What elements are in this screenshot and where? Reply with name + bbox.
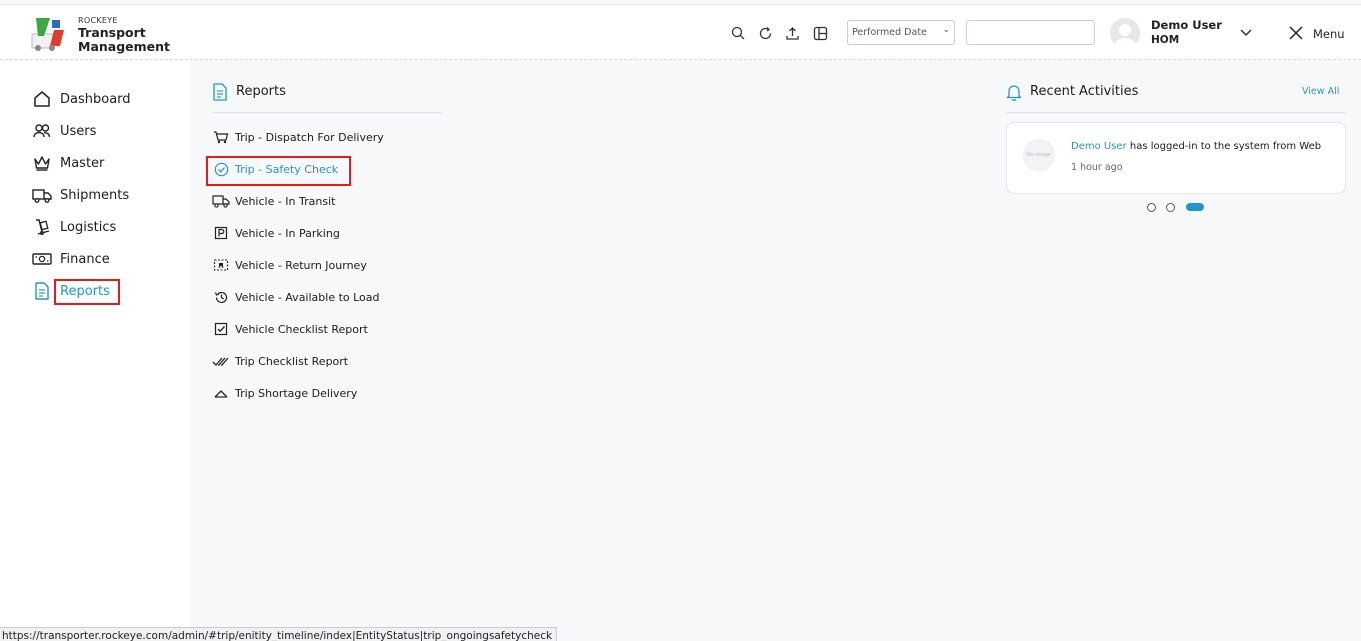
sidebar-item-dashboard[interactable]: Dashboard: [32, 88, 131, 110]
upload-icon[interactable]: [783, 24, 801, 42]
pager-dot-2[interactable]: [1166, 203, 1175, 212]
user-menu-chevron-icon[interactable]: [1238, 25, 1254, 41]
recent-activities-title: Recent Activities: [1030, 84, 1139, 99]
menu-button[interactable]: Menu: [1313, 27, 1345, 41]
recent-activities-divider: [1006, 112, 1346, 113]
sidebar-item-label: Master: [60, 155, 105, 171]
report-trip-checklist[interactable]: Trip Checklist Report: [212, 352, 348, 370]
report-item-label: Vehicle - In Parking: [235, 226, 340, 240]
activity-user-link[interactable]: Demo User: [1071, 141, 1127, 152]
reports-highlight-box: [54, 279, 120, 305]
no-image-placeholder: No image: [1023, 139, 1055, 171]
sidebar: Dashboard Users Master Shipments Logisti…: [0, 61, 190, 641]
report-vehicle-in-transit[interactable]: Vehicle - In Transit: [212, 192, 335, 210]
report-vehicle-return-journey[interactable]: Vehicle - Return Journey: [212, 256, 367, 274]
hand-truck-icon: [32, 217, 52, 237]
report-item-label: Vehicle Checklist Report: [235, 322, 368, 336]
view-all-link[interactable]: View All: [1302, 86, 1339, 97]
double-check-icon: [212, 352, 230, 370]
report-trip-dispatch[interactable]: Trip - Dispatch For Delivery: [212, 128, 384, 146]
refresh-icon[interactable]: [756, 24, 774, 42]
sidebar-item-label: Dashboard: [60, 91, 131, 107]
sidebar-item-label: Finance: [60, 251, 110, 267]
brand-title-line2: Management: [78, 39, 171, 54]
safety-check-highlight-box: [206, 156, 351, 186]
brand-small-text: ROCKEYE: [78, 16, 118, 25]
money-icon: [32, 249, 52, 269]
activity-message: has logged-in to the system from Web: [1126, 141, 1322, 152]
report-item-label: Vehicle - Return Journey: [235, 258, 367, 272]
reports-title: Reports: [236, 84, 286, 99]
report-vehicle-checklist[interactable]: Vehicle Checklist Report: [212, 320, 368, 338]
sidebar-item-master[interactable]: Master: [32, 152, 104, 174]
chevron-down-icon: ⌄: [942, 25, 950, 35]
report-item-label: Vehicle - In Transit: [235, 194, 336, 208]
close-icon[interactable]: [1287, 24, 1305, 42]
sidebar-item-label: Users: [60, 123, 97, 139]
pager-dot-1[interactable]: [1147, 203, 1156, 212]
sidebar-item-shipments[interactable]: Shipments: [32, 184, 129, 206]
triangle-icon: [212, 384, 230, 402]
brand-title: Transport Management: [78, 26, 170, 54]
report-item-label: Trip - Dispatch For Delivery: [235, 130, 384, 144]
search-icon[interactable]: [729, 24, 747, 42]
document-icon: [32, 281, 52, 301]
sidebar-item-label: Shipments: [60, 187, 130, 203]
top-header: ROCKEYE Transport Management Performed D…: [0, 4, 1361, 60]
sidebar-item-finance[interactable]: Finance: [32, 248, 110, 270]
bell-icon: [1006, 83, 1024, 102]
parking-icon: [212, 224, 230, 242]
activity-text: Demo User has logged-in to the system fr…: [1071, 141, 1321, 152]
logo-mark-icon: [31, 18, 64, 51]
avatar[interactable]: [1110, 18, 1140, 48]
pager-dot-3[interactable]: [1186, 203, 1204, 211]
report-item-label: Trip Shortage Delivery: [235, 386, 358, 400]
performed-date-select[interactable]: Performed Date ⌄: [847, 20, 955, 45]
date-filter-input[interactable]: [966, 20, 1095, 45]
checkbox-icon: [212, 320, 230, 338]
sidebar-item-label: Logistics: [60, 219, 117, 235]
report-vehicle-available-to-load[interactable]: Vehicle - Available to Load: [212, 288, 380, 306]
user-name[interactable]: Demo User: [1151, 18, 1222, 32]
home-icon: [32, 89, 52, 109]
user-role: HOM: [1151, 34, 1180, 46]
browser-status-url: https://transporter.rockeye.com/admin/#t…: [0, 627, 558, 641]
cart-icon: [212, 128, 230, 146]
truck-icon: [212, 192, 230, 210]
layout-icon[interactable]: [811, 24, 829, 42]
brand-title-line1: Transport: [78, 25, 146, 40]
activity-time: 1 hour ago: [1071, 162, 1123, 173]
activity-card[interactable]: No image Demo User has logged-in to the …: [1006, 122, 1346, 194]
performed-date-value: Performed Date: [852, 27, 927, 38]
report-trip-shortage-delivery[interactable]: Trip Shortage Delivery: [212, 384, 357, 402]
truck-icon: [32, 185, 52, 205]
brand-logo[interactable]: ROCKEYE Transport Management: [30, 15, 170, 55]
report-vehicle-in-parking[interactable]: Vehicle - In Parking: [212, 224, 340, 242]
report-item-label: Trip Checklist Report: [235, 354, 349, 368]
sidebar-item-users[interactable]: Users: [32, 120, 96, 142]
sidebar-item-logistics[interactable]: Logistics: [32, 216, 116, 238]
return-icon: [212, 256, 230, 274]
users-icon: [32, 121, 52, 141]
history-icon: [212, 288, 230, 306]
document-icon: [212, 83, 230, 101]
reports-divider: [212, 112, 442, 113]
report-item-label: Vehicle - Available to Load: [235, 290, 380, 304]
crown-icon: [32, 153, 52, 173]
